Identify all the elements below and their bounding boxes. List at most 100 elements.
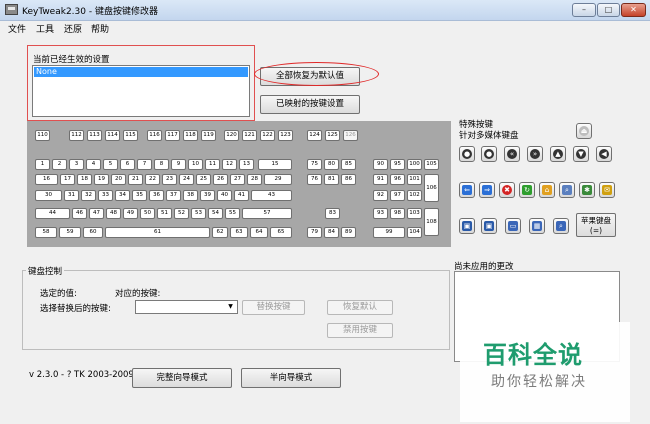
chevron-down-icon[interactable]: ▼ bbox=[225, 302, 236, 312]
key-92[interactable]: 92 bbox=[373, 190, 388, 201]
key-61[interactable]: 61 bbox=[105, 227, 210, 238]
key-123[interactable]: 123 bbox=[278, 130, 293, 141]
key-114[interactable]: 114 bbox=[105, 130, 120, 141]
key-53[interactable]: 53 bbox=[191, 208, 206, 219]
key-48[interactable]: 48 bbox=[106, 208, 121, 219]
key-95[interactable]: 95 bbox=[390, 159, 405, 170]
key-125[interactable]: 125 bbox=[325, 130, 340, 141]
key-20[interactable]: 20 bbox=[111, 174, 126, 185]
key-28[interactable]: 28 bbox=[247, 174, 262, 185]
key-105[interactable]: 105 bbox=[424, 159, 439, 170]
disable-key-button[interactable]: 禁用按键 bbox=[327, 323, 393, 338]
key-11[interactable]: 11 bbox=[205, 159, 220, 170]
key-84[interactable]: 84 bbox=[324, 227, 339, 238]
key-90[interactable]: 90 bbox=[373, 159, 388, 170]
eject-key-button[interactable]: ⏏ bbox=[576, 123, 592, 139]
key-110[interactable]: 110 bbox=[35, 130, 50, 141]
key-43[interactable]: 43 bbox=[251, 190, 292, 201]
key-50[interactable]: 50 bbox=[140, 208, 155, 219]
key-60[interactable]: 60 bbox=[83, 227, 103, 238]
key-102[interactable]: 102 bbox=[407, 190, 422, 201]
key-34[interactable]: 34 bbox=[115, 190, 130, 201]
key-31[interactable]: 31 bbox=[64, 190, 79, 201]
key-59[interactable]: 59 bbox=[59, 227, 81, 238]
key-104[interactable]: 104 bbox=[407, 227, 422, 238]
refresh-key-button[interactable]: ↻ bbox=[519, 182, 535, 198]
key-35[interactable]: 35 bbox=[132, 190, 147, 201]
key-122[interactable]: 122 bbox=[260, 130, 275, 141]
key-101[interactable]: 101 bbox=[407, 174, 422, 185]
key-18[interactable]: 18 bbox=[77, 174, 92, 185]
key-8[interactable]: 8 bbox=[154, 159, 169, 170]
key-117[interactable]: 117 bbox=[165, 130, 180, 141]
key-22[interactable]: 22 bbox=[145, 174, 160, 185]
key-106[interactable]: 106 bbox=[424, 174, 439, 202]
key-98[interactable]: 98 bbox=[390, 208, 405, 219]
key-93[interactable]: 93 bbox=[373, 208, 388, 219]
key-17[interactable]: 17 bbox=[60, 174, 75, 185]
key-41[interactable]: 41 bbox=[234, 190, 249, 201]
key-12[interactable]: 12 bbox=[222, 159, 237, 170]
mail-key-button[interactable]: ✉ bbox=[599, 182, 615, 198]
key-49[interactable]: 49 bbox=[123, 208, 138, 219]
key-13[interactable]: 13 bbox=[239, 159, 254, 170]
key-7[interactable]: 7 bbox=[137, 159, 152, 170]
mapped-keys-button[interactable]: 已映射的按键设置 bbox=[260, 95, 360, 114]
key-108[interactable]: 108 bbox=[424, 208, 439, 236]
key-1[interactable]: 1 bbox=[35, 159, 50, 170]
key-58[interactable]: 58 bbox=[35, 227, 57, 238]
key-97[interactable]: 97 bbox=[390, 190, 405, 201]
key-25[interactable]: 25 bbox=[196, 174, 211, 185]
key-52[interactable]: 52 bbox=[174, 208, 189, 219]
key-121[interactable]: 121 bbox=[242, 130, 257, 141]
key-23[interactable]: 23 bbox=[162, 174, 177, 185]
key-29[interactable]: 29 bbox=[264, 174, 292, 185]
key-65[interactable]: 65 bbox=[270, 227, 292, 238]
key-83[interactable]: 83 bbox=[325, 208, 340, 219]
search-key-button[interactable]: ⌕ bbox=[559, 182, 575, 198]
key-55[interactable]: 55 bbox=[225, 208, 240, 219]
key-124[interactable]: 124 bbox=[307, 130, 322, 141]
key-38[interactable]: 38 bbox=[183, 190, 198, 201]
calculator-key-button[interactable]: ▦ bbox=[529, 218, 545, 234]
key-32[interactable]: 32 bbox=[81, 190, 96, 201]
key-15[interactable]: 15 bbox=[258, 159, 292, 170]
key-24[interactable]: 24 bbox=[179, 174, 194, 185]
key-40[interactable]: 40 bbox=[217, 190, 232, 201]
key-126[interactable]: 126 bbox=[343, 130, 358, 141]
my-computer-key-button[interactable]: ▭ bbox=[505, 218, 521, 234]
key-26[interactable]: 26 bbox=[213, 174, 228, 185]
key-81[interactable]: 81 bbox=[324, 174, 339, 185]
key-44[interactable]: 44 bbox=[35, 208, 70, 219]
favorites-key-button[interactable]: ✱ bbox=[579, 182, 595, 198]
key-10[interactable]: 10 bbox=[188, 159, 203, 170]
list-item[interactable]: None bbox=[34, 67, 248, 77]
media-library-key-button[interactable]: ▣ bbox=[481, 218, 497, 234]
key-79[interactable]: 79 bbox=[307, 227, 322, 238]
key-4[interactable]: 4 bbox=[86, 159, 101, 170]
key-51[interactable]: 51 bbox=[157, 208, 172, 219]
apple-keyboard-button[interactable]: 苹果键盘 (=) bbox=[576, 213, 616, 237]
media-player-key-button[interactable]: ▣ bbox=[459, 218, 475, 234]
key-6[interactable]: 6 bbox=[120, 159, 135, 170]
key-39[interactable]: 39 bbox=[200, 190, 215, 201]
key-3[interactable]: 3 bbox=[69, 159, 84, 170]
active-settings-list[interactable]: None bbox=[32, 65, 250, 117]
key-96[interactable]: 96 bbox=[390, 174, 405, 185]
key-9[interactable]: 9 bbox=[171, 159, 186, 170]
minimize-button[interactable]: – bbox=[572, 3, 596, 17]
replace-key-button[interactable]: 替换按键 bbox=[242, 300, 305, 315]
key-2[interactable]: 2 bbox=[52, 159, 67, 170]
key-113[interactable]: 113 bbox=[87, 130, 102, 141]
key-5[interactable]: 5 bbox=[103, 159, 118, 170]
key-119[interactable]: 119 bbox=[201, 130, 216, 141]
key-62[interactable]: 62 bbox=[212, 227, 228, 238]
key-99[interactable]: 99 bbox=[373, 227, 405, 238]
rewind-key-button[interactable]: « bbox=[504, 146, 520, 162]
search-web-key-button[interactable]: ⌕ bbox=[553, 218, 569, 234]
maximize-button[interactable]: □ bbox=[597, 3, 620, 17]
forward-key-button[interactable]: » bbox=[527, 146, 543, 162]
key-116[interactable]: 116 bbox=[147, 130, 162, 141]
volume-down-key-button[interactable]: ▼ bbox=[573, 146, 589, 162]
play-key-button[interactable]: ● bbox=[459, 146, 475, 162]
